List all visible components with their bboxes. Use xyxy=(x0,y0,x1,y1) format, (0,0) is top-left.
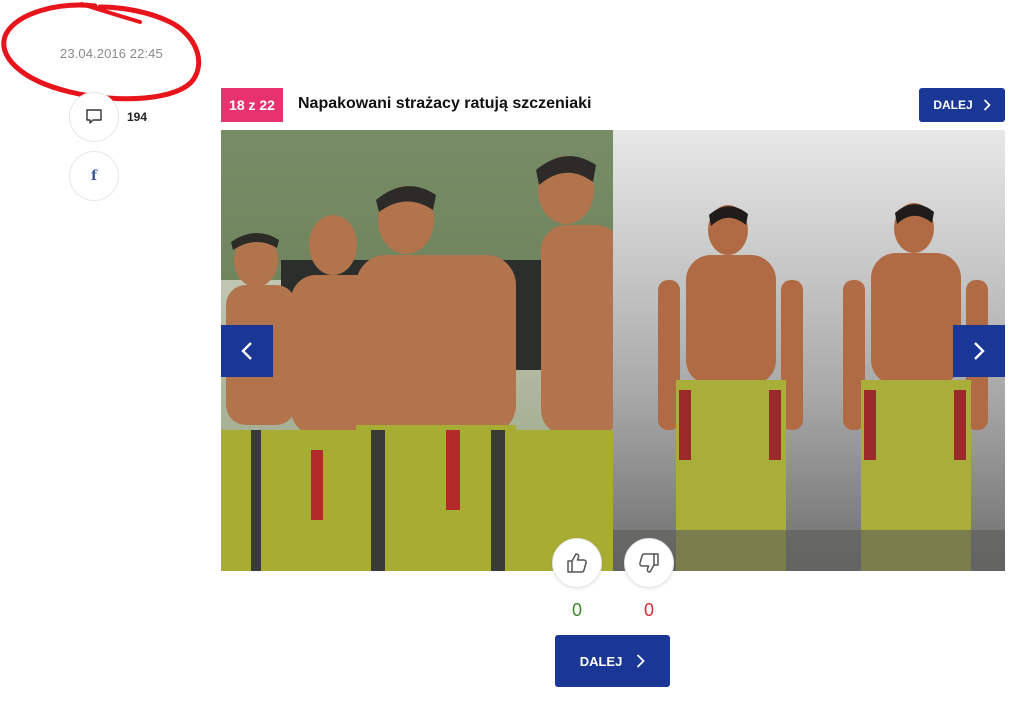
thumbs-down-icon xyxy=(639,553,659,573)
next-button-label: DALEJ xyxy=(579,653,623,669)
chevron-right-icon xyxy=(974,342,985,360)
next-button-label: DALEJ xyxy=(933,98,973,112)
gallery-title: Napakowani strażacy ratują szczeniaki xyxy=(298,95,592,112)
thumbs-up-icon xyxy=(567,553,587,573)
next-button-bottom[interactable]: DALEJ xyxy=(555,635,670,687)
publish-timestamp: 23.04.2016 22:45 xyxy=(60,46,163,61)
chevron-left-icon xyxy=(241,342,252,360)
gallery-prev-button[interactable] xyxy=(221,325,273,377)
like-count: 0 xyxy=(571,600,582,620)
chevron-right-icon xyxy=(983,99,991,111)
comment-icon xyxy=(86,109,102,124)
comment-count: 194 xyxy=(127,110,148,124)
article-page: 23.04.2016 22:45 194 f 18 z 22 Napakowan… xyxy=(0,0,1026,701)
gallery-photo xyxy=(221,130,1005,571)
like-button[interactable] xyxy=(552,538,602,588)
next-button-top[interactable]: DALEJ xyxy=(919,88,1005,122)
facebook-icon: f xyxy=(90,168,98,184)
gallery-next-button[interactable] xyxy=(953,325,1005,377)
dislike-button[interactable] xyxy=(624,538,674,588)
dislike-count: 0 xyxy=(643,600,654,620)
chevron-right-icon xyxy=(637,654,646,668)
facebook-share-button[interactable]: f xyxy=(69,151,119,201)
gallery-counter-badge: 18 z 22 xyxy=(221,88,283,122)
comments-button[interactable] xyxy=(69,92,119,142)
